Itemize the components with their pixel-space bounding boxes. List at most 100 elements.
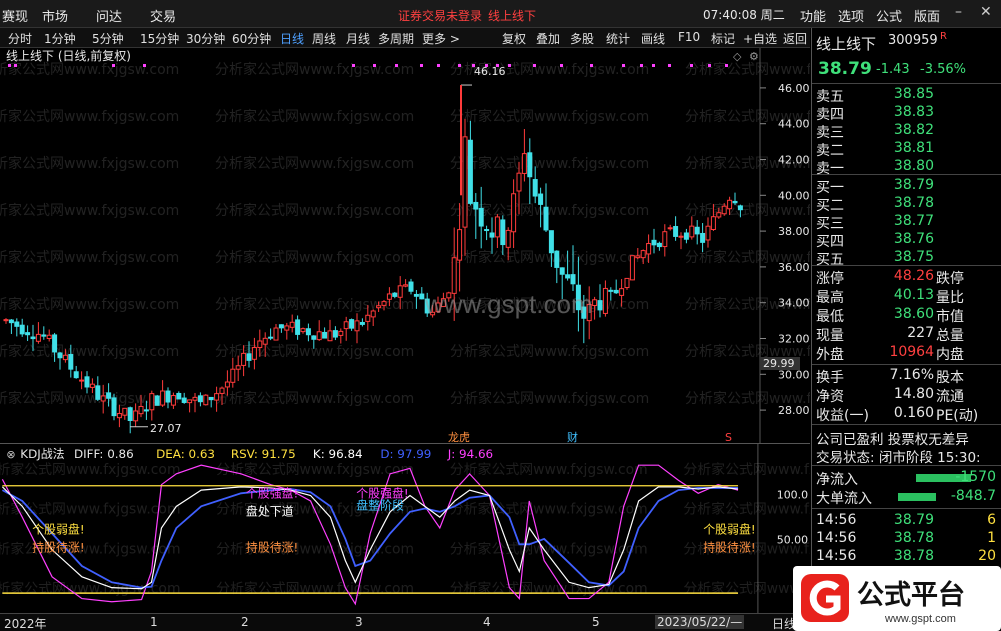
quote-row-value: 38.80 <box>893 158 934 174</box>
menu-options[interactable]: 选项 <box>838 6 864 25</box>
period-60min[interactable]: 60分钟 <box>232 30 271 47</box>
candle-body <box>149 393 155 411</box>
candle-body <box>710 216 716 230</box>
candlestick-chart[interactable]: 分析家公式网www.fxjgsw.com 分析家公式网www.fxjgsw.com… <box>0 48 810 443</box>
action-back[interactable]: 返回 <box>783 30 807 47</box>
menu-layout[interactable]: 版面 <box>914 6 940 25</box>
menu-formula[interactable]: 公式 <box>876 6 902 25</box>
action-mark[interactable]: 标记 <box>711 30 735 47</box>
diamond-icon[interactable]: ◇ <box>733 50 742 63</box>
candle-body <box>300 328 306 333</box>
last-price-tag: 29.99 <box>763 357 795 370</box>
price-tick-label: 38.00 <box>778 225 810 238</box>
period-15min[interactable]: 15分钟 <box>140 30 179 47</box>
price-tick-label: 40.00 <box>778 189 810 202</box>
action-multi-stock[interactable]: 多股 <box>570 30 594 47</box>
menu-item-system[interactable]: 赛现 <box>2 6 28 25</box>
tick-row: 14:56 38.78 20 <box>816 548 1000 566</box>
quote-row: 卖三 38.82 <box>816 122 1000 141</box>
period-1min[interactable]: 1分钟 <box>44 30 76 47</box>
period-fenshi[interactable]: 分时 <box>8 30 32 47</box>
quote-row-label: 买一 <box>816 180 844 196</box>
candle-body <box>8 319 14 324</box>
watermark-text: 分析家公式网www.fxjgsw.com <box>450 155 649 172</box>
event-label-longhu[interactable]: 龙虎 <box>448 431 470 443</box>
candle-body <box>106 392 112 399</box>
candle-body <box>122 407 128 416</box>
quote-row-label2: 量比 <box>936 290 964 306</box>
menu-item-market[interactable]: 市场 <box>42 6 68 25</box>
divider <box>812 465 1001 466</box>
stock-code: 300959 <box>888 33 938 48</box>
candle-body <box>208 396 214 401</box>
period-more[interactable]: 更多 > <box>422 30 460 47</box>
action-statistics[interactable]: 统计 <box>606 30 630 47</box>
candle-body <box>332 330 338 338</box>
candle-body <box>651 239 657 246</box>
candle-body <box>559 267 565 275</box>
minimize-icon[interactable]: – <box>955 4 962 20</box>
event-label-s[interactable]: S <box>725 431 732 443</box>
period-30min[interactable]: 30分钟 <box>186 30 225 47</box>
candle-body <box>46 334 52 340</box>
trade-status: 交易状态: 闭市阶段 15:30: <box>816 450 981 466</box>
action-fuquan[interactable]: 复权 <box>502 30 526 47</box>
kdj-indicator-chart[interactable]: 分析家公式网www.fxjgsw.com 分析家公式网www.fxjgsw.com… <box>0 443 810 613</box>
watermark-text: 分析家公式网www.fxjgsw.com <box>450 501 648 518</box>
candle-body <box>678 235 684 238</box>
flow-row: 大单流入 -848.7 <box>816 488 1000 507</box>
divider <box>812 83 1001 84</box>
stock-header: 线上线下 300959 R <box>816 31 1000 55</box>
candle-body <box>381 301 387 306</box>
watermark-text: 分析家公式网www.fxjgsw.com <box>215 61 414 78</box>
candle-body <box>608 289 614 292</box>
login-notice[interactable]: 证券交易未登录 <box>398 7 482 24</box>
candle-body <box>338 330 344 336</box>
action-overlay[interactable]: 叠加 <box>536 30 560 47</box>
candle-body <box>667 227 673 230</box>
period-monthly[interactable]: 月线 <box>346 30 370 47</box>
signal-dot <box>458 64 461 67</box>
candle-body <box>295 319 301 335</box>
flow-bar <box>898 493 936 501</box>
candle-body <box>89 383 95 388</box>
tick-row: 14:56 38.79 6 <box>816 512 1000 530</box>
menu-function[interactable]: 功能 <box>800 6 826 25</box>
candle-body <box>511 193 517 233</box>
period-weekly[interactable]: 周线 <box>312 30 336 47</box>
quote-row-label: 买三 <box>816 216 844 232</box>
action-draw[interactable]: 画线 <box>641 30 665 47</box>
candle-body <box>732 200 738 204</box>
candle-body <box>500 219 506 246</box>
period-daily[interactable]: 日线 <box>280 30 304 47</box>
flow-row: 净流入 -1570 <box>816 469 1000 488</box>
flow-value: -1570 <box>955 469 996 485</box>
watermark-text: 分析家公式网www.fxjgsw.com <box>0 249 179 266</box>
candle-body <box>138 405 144 415</box>
quote-row: 最低 38.60 市值 <box>816 306 1000 325</box>
menu-item-trade[interactable]: 交易 <box>150 6 176 25</box>
price-tick-label: 28.00 <box>778 404 810 417</box>
menu-item-wenda[interactable]: 问达 <box>96 6 122 25</box>
quote-row-label: 卖五 <box>816 89 844 105</box>
action-f10[interactable]: F10 <box>678 30 700 44</box>
quote-row-value: 38.79 <box>893 177 934 193</box>
period-5min[interactable]: 5分钟 <box>92 30 124 47</box>
action-add-favorite[interactable]: +自选 <box>743 30 777 47</box>
candle-body <box>365 314 371 322</box>
axis-label: 5 <box>592 615 600 629</box>
candle-body <box>214 393 220 401</box>
quote-row-label: 最高 <box>816 290 844 306</box>
flow-label: 大单流入 <box>816 491 872 507</box>
period-multi[interactable]: 多周期 <box>378 30 414 47</box>
candle-body <box>30 336 36 340</box>
signal-dot <box>725 64 728 67</box>
indicator-collapse-icon[interactable]: ⊗ <box>6 448 15 461</box>
settings-icon[interactable]: ⚙ <box>749 50 759 63</box>
candle-body <box>419 293 425 300</box>
candle-body <box>230 368 236 383</box>
close-icon[interactable]: ✕ <box>980 4 992 20</box>
event-label-finance[interactable]: 财 <box>567 430 578 443</box>
candle-body <box>376 305 382 309</box>
candle-body <box>484 229 490 232</box>
